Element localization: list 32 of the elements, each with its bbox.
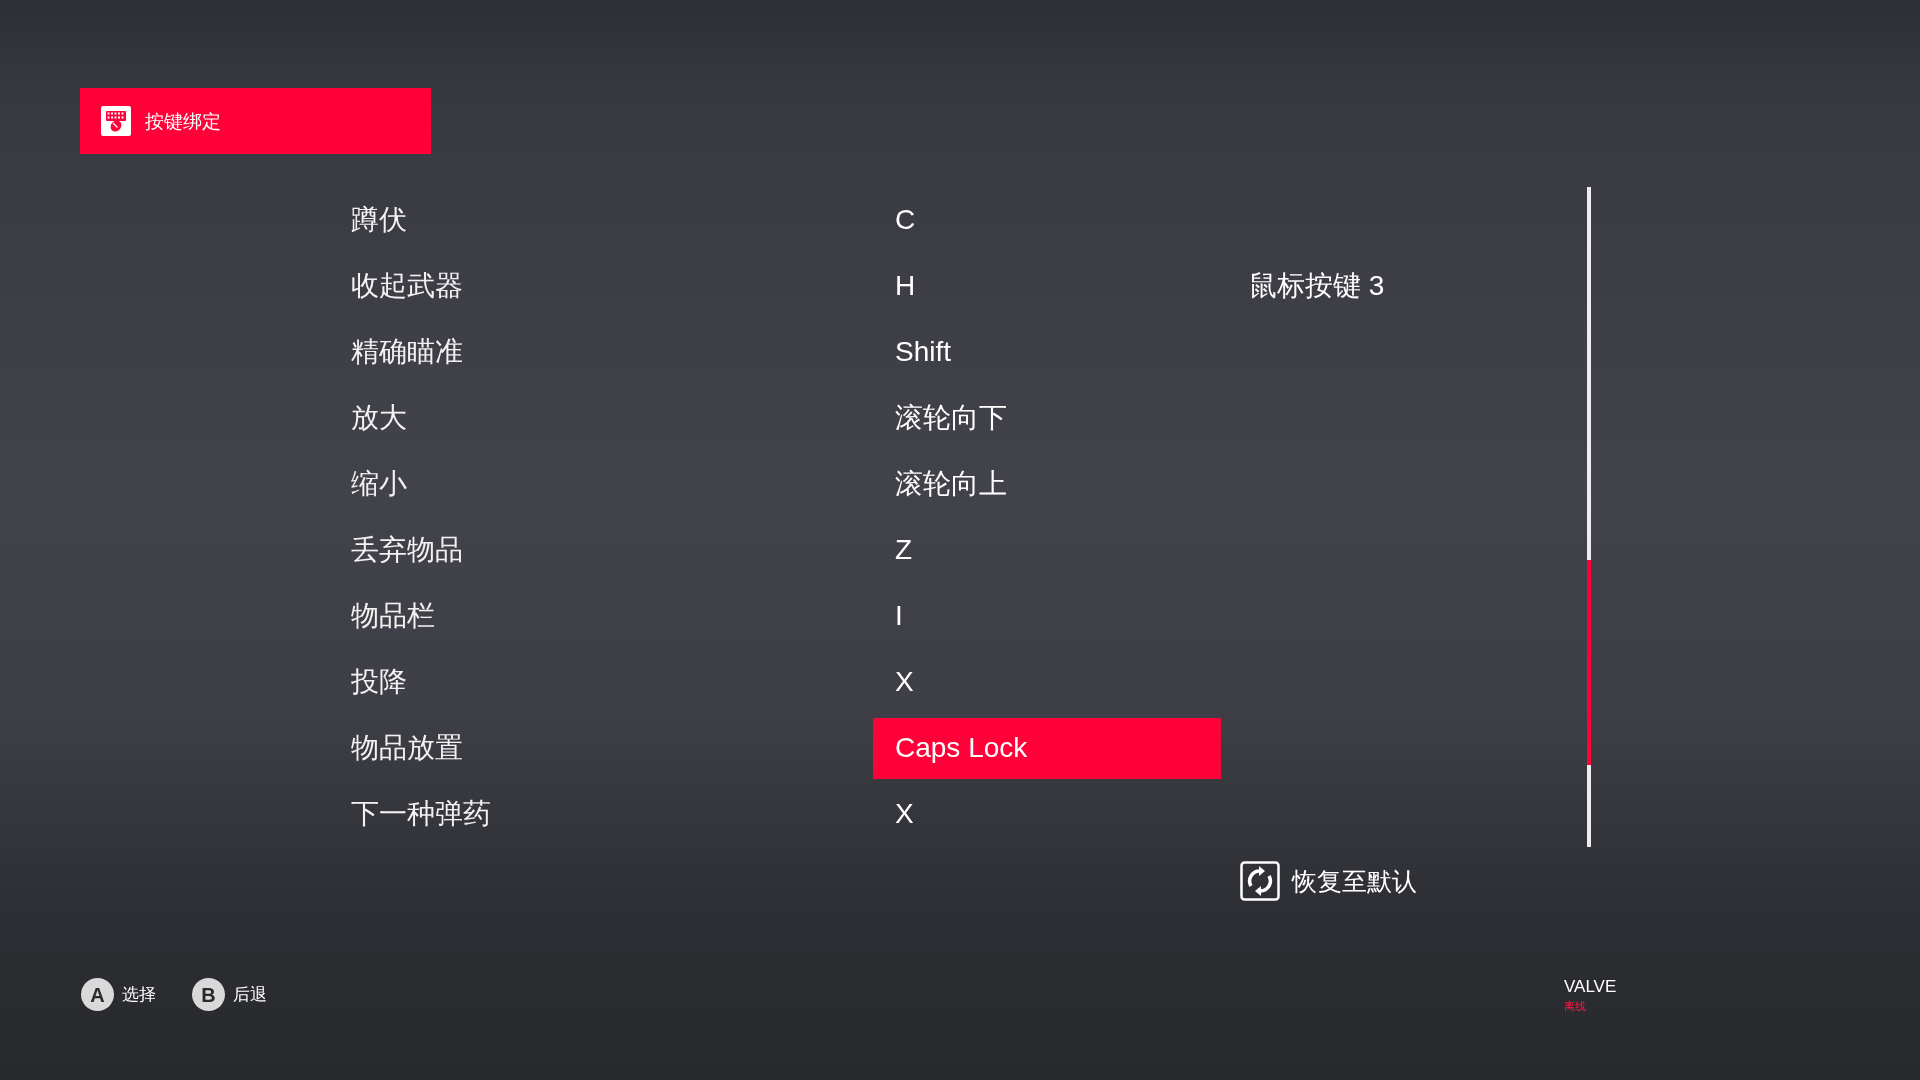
action-label: 收起武器 (351, 272, 463, 300)
action-label: 物品栏 (351, 602, 435, 630)
action-label: 丢弃物品 (351, 536, 463, 564)
key-binding-cell[interactable]: 滚轮向下 (873, 387, 1221, 449)
action-label: 物品放置 (351, 734, 463, 762)
key-binding-cell[interactable]: I (873, 585, 1221, 647)
key-binding-cell[interactable]: X (873, 783, 1221, 845)
key-binding-cell[interactable]: Caps Lock (873, 717, 1221, 779)
action-label: 缩小 (351, 470, 407, 498)
key-binding-cell[interactable]: C (873, 189, 1221, 251)
restore-defaults-button[interactable]: 恢复至默认 (1240, 861, 1417, 901)
action-label: 精确瞄准 (351, 338, 463, 366)
key-binding-cell[interactable]: 滚轮向上 (873, 453, 1221, 515)
action-label: 放大 (351, 404, 407, 432)
action-label: 蹲伏 (351, 206, 407, 234)
key-binding-cell[interactable]: Z (873, 519, 1221, 581)
hint-label: 选择 (122, 986, 156, 1003)
key-binding-cell[interactable]: H (873, 255, 1221, 317)
key-binding-cell[interactable]: X (873, 651, 1221, 713)
account-status: 离线 (1564, 1001, 1586, 1012)
account-name: VALVE (1564, 978, 1617, 995)
refresh-icon (1240, 861, 1280, 901)
keyboard-mouse-icon (101, 106, 131, 136)
header-title: 按键绑定 (145, 111, 221, 131)
controller-button-glyph: A (81, 978, 114, 1011)
scrollbar[interactable] (1587, 187, 1591, 847)
hint-label: 后退 (233, 986, 267, 1003)
key-binding-cell[interactable]: Shift (873, 321, 1221, 383)
controller-button-glyph: B (192, 978, 225, 1011)
key-binding-cell[interactable]: 鼠标按键 3 (1227, 255, 1575, 317)
action-label: 投降 (351, 668, 407, 696)
action-label: 下一种弹药 (351, 800, 491, 828)
